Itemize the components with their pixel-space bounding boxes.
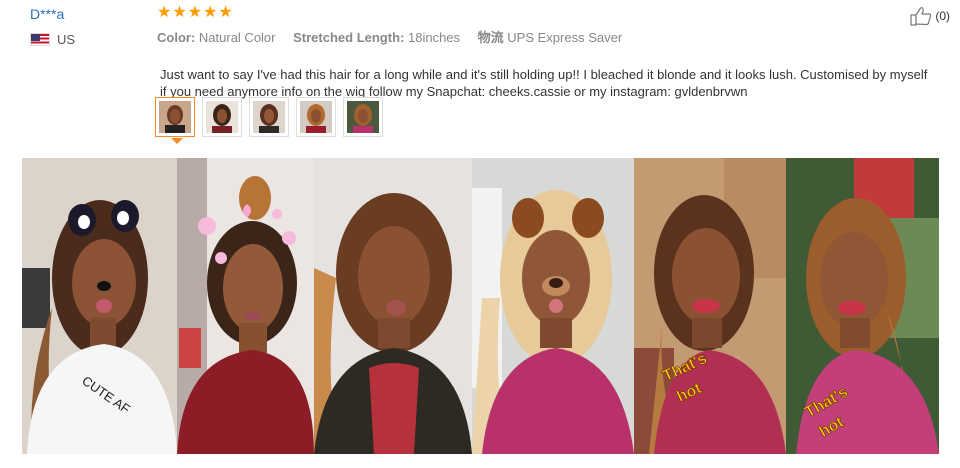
photo-thumbnails <box>155 97 383 144</box>
thumbnail-4[interactable] <box>296 97 336 137</box>
star-icon: ★ <box>203 4 218 21</box>
review-text: Just want to say I've had this hair for … <box>160 67 928 99</box>
thumbnail-2[interactable] <box>202 97 242 137</box>
review-photo-gallery: CUTE AF That's hot That's hot <box>22 158 939 454</box>
helpful-count: (0) <box>935 9 950 23</box>
thumbnail-3[interactable] <box>249 97 289 137</box>
order-attributes: Color: Natural Color Stretched Length: 1… <box>157 27 636 46</box>
attr-shipping-value: UPS Express Saver <box>507 30 623 45</box>
reviewer-name[interactable]: D***a <box>30 6 75 22</box>
thumbnail-image <box>159 101 191 133</box>
star-icon: ★ <box>157 4 172 21</box>
review-photo-2[interactable] <box>177 158 314 454</box>
attr-shipping-label: 物流 <box>477 30 504 45</box>
star-rating: ★ ★ ★ ★ ★ <box>157 5 636 21</box>
review-photo-6[interactable]: That's hot <box>786 158 939 454</box>
review-photo-4[interactable] <box>472 158 634 454</box>
thumbs-up-icon <box>910 7 932 26</box>
star-icon: ★ <box>172 4 187 21</box>
review-photo-1[interactable]: CUTE AF <box>22 158 177 454</box>
thumbnail-image <box>300 101 332 133</box>
helpful-button[interactable]: (0) <box>910 6 950 26</box>
thumbnail-1[interactable] <box>155 97 195 144</box>
attr-length-value: 18inches <box>407 30 461 45</box>
review-photo-5[interactable]: That's hot <box>634 158 786 454</box>
country-label: US <box>57 32 76 47</box>
thumbnail-image <box>253 101 285 133</box>
reviewer-country: US <box>30 32 75 47</box>
reviewer-info: D***a US <box>30 6 75 47</box>
thumbnail-image <box>347 101 379 133</box>
star-icon: ★ <box>218 4 233 21</box>
us-flag-icon <box>30 33 50 46</box>
review-photo-3[interactable] <box>314 158 472 454</box>
thumbnail-5[interactable] <box>343 97 383 137</box>
attr-color-label: Color: <box>157 30 196 45</box>
star-icon: ★ <box>187 4 203 21</box>
thumbnail-image <box>206 101 238 133</box>
attr-length-label: Stretched Length: <box>293 30 405 45</box>
review-header: ★ ★ ★ ★ ★ Color: Natural Color Stretched… <box>157 5 636 46</box>
active-thumb-caret <box>171 138 183 144</box>
attr-color-value: Natural Color <box>198 30 276 45</box>
